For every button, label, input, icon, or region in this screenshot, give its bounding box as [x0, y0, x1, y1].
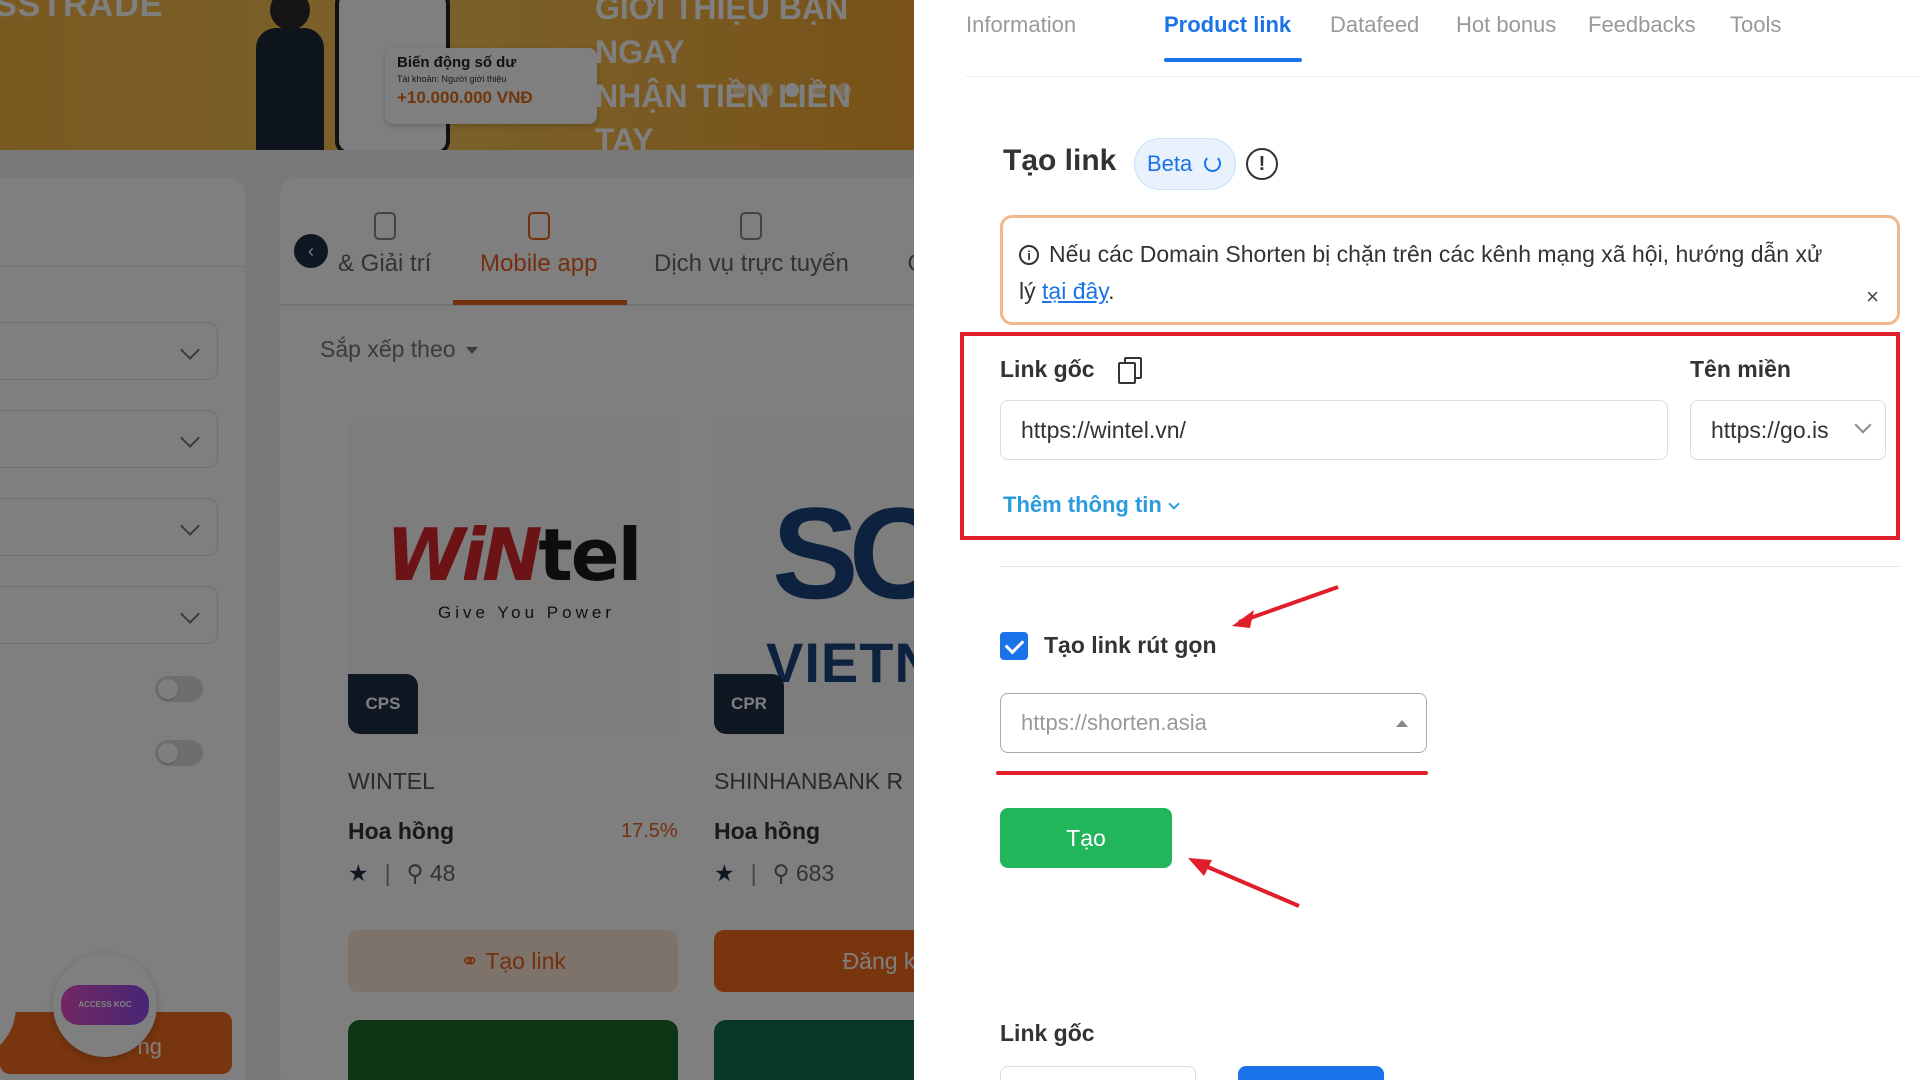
tab-information[interactable]: Information [966, 12, 1076, 38]
annotation-arrow-create [1188, 858, 1300, 908]
domain-label: Tên miền [1690, 356, 1791, 382]
notice-suffix: . [1108, 278, 1115, 304]
section-title: Tạo link [1003, 144, 1117, 177]
domain-select-value: https://go.is [1711, 417, 1829, 443]
tab-datafeed[interactable]: Datafeed [1330, 12, 1419, 38]
shorten-link-checkbox[interactable] [1000, 632, 1028, 660]
modal-backdrop[interactable] [0, 0, 914, 1080]
annotation-underline [996, 771, 1428, 775]
bottom-action-button[interactable] [1238, 1066, 1384, 1080]
beta-badge[interactable]: Beta [1134, 138, 1236, 190]
tab-hot-bonus[interactable]: Hot bonus [1456, 12, 1556, 38]
close-icon[interactable]: × [1866, 278, 1879, 315]
section-divider [1000, 566, 1900, 567]
info-icon: i [1019, 245, 1039, 265]
refresh-icon [1204, 155, 1221, 172]
shorten-link-label[interactable]: Tạo link rút gọn [1044, 632, 1217, 659]
caret-up-icon [1396, 720, 1408, 727]
info-icon[interactable]: ! [1246, 148, 1278, 180]
copy-icon[interactable] [1118, 357, 1142, 384]
bottom-original-link-label: Link gốc [1000, 1020, 1095, 1046]
active-tab-indicator [1164, 58, 1302, 62]
more-info-label: Thêm thông tin [1003, 492, 1162, 517]
background-page: SSTRADE Biến động số dư Tài khoản: Người… [0, 0, 914, 1080]
shorten-domain-select[interactable]: https://shorten.asia [1000, 693, 1427, 753]
create-button[interactable]: Tạo [1000, 808, 1172, 868]
beta-label: Beta [1147, 151, 1193, 176]
drawer-tabs: Information Product link Datafeed Hot bo… [966, 0, 1920, 77]
tab-tools[interactable]: Tools [1730, 12, 1781, 38]
chevron-down-icon [1854, 416, 1872, 434]
domain-notice: i Nếu các Domain Shorten bị chặn trên các… [1000, 215, 1900, 325]
product-drawer: Information Product link Datafeed Hot bo… [914, 0, 1920, 1080]
original-link-input[interactable]: https://wintel.vn/ [1000, 400, 1668, 460]
domain-select[interactable]: https://go.is [1690, 400, 1886, 460]
chevron-down-icon [1168, 498, 1180, 510]
bottom-link-input[interactable] [1000, 1066, 1196, 1080]
more-info-toggle[interactable]: Thêm thông tin [1003, 492, 1180, 518]
screen: SSTRADE Biến động số dư Tài khoản: Người… [0, 0, 1920, 1080]
tab-product-link[interactable]: Product link [1164, 12, 1291, 38]
annotation-arrow-checkbox [1232, 585, 1339, 628]
shorten-domain-value: https://shorten.asia [1021, 710, 1207, 735]
notice-link[interactable]: tại đây [1042, 278, 1108, 304]
original-link-label: Link gốc [1000, 356, 1095, 382]
tab-feedbacks[interactable]: Feedbacks [1588, 12, 1696, 38]
notice-text: Nếu các Domain Shorten bị chặn trên các … [1019, 241, 1823, 304]
